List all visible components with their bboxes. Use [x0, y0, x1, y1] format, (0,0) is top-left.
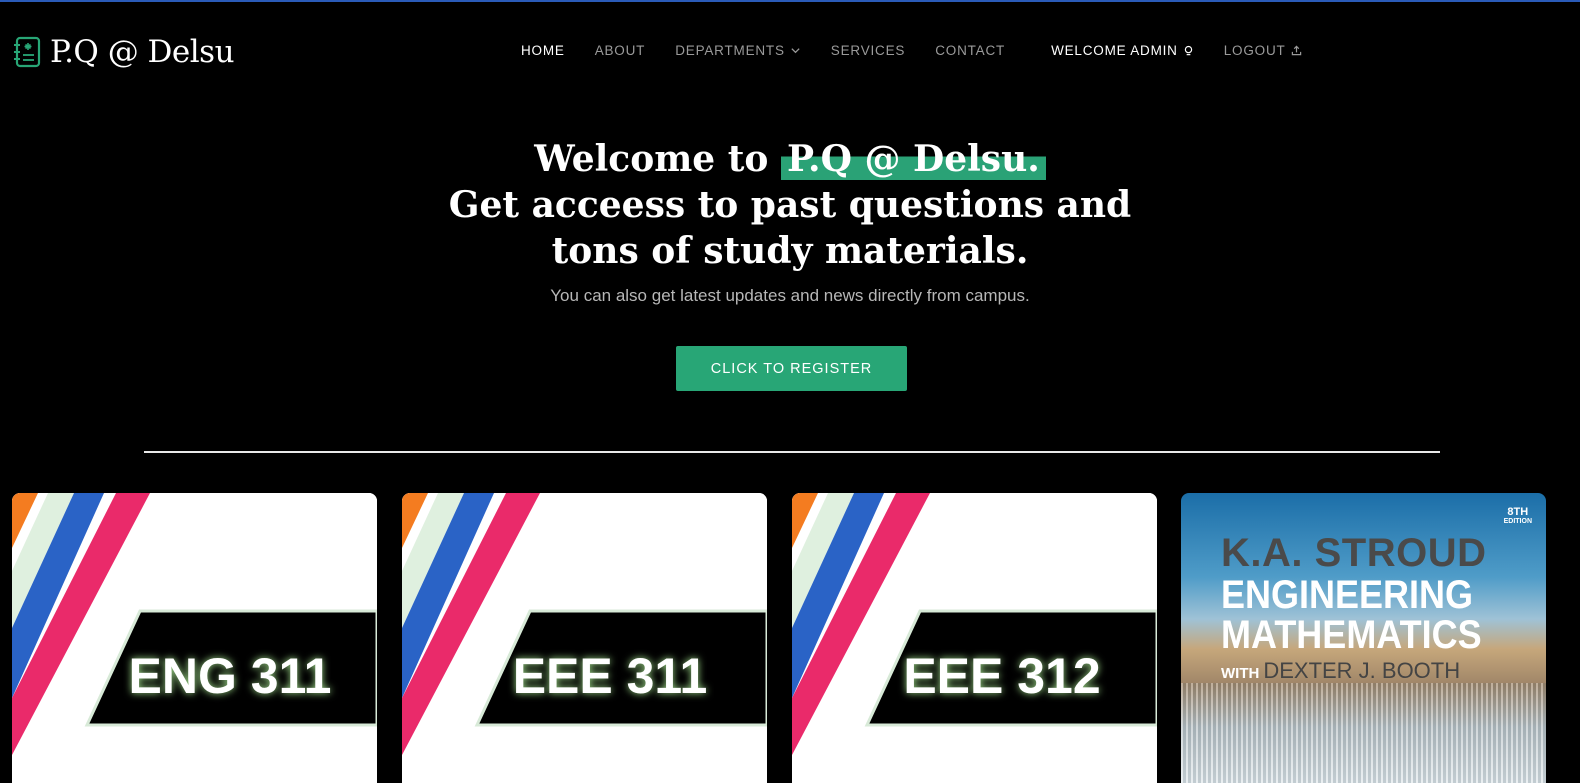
top-accent-line [0, 0, 1580, 2]
book-coauthor: WITH DEXTER J. BOOTH [1221, 658, 1460, 684]
nav-departments[interactable]: DEPARTMENTS [675, 43, 801, 58]
course-code: EEE 312 [903, 648, 1100, 704]
nav-departments-label: DEPARTMENTS [675, 43, 785, 58]
course-banner: EEE 311 [402, 493, 767, 783]
course-card-eng311[interactable]: ENG 311 [12, 493, 377, 783]
nav-services[interactable]: SERVICES [831, 43, 905, 58]
book-card-engineering-mathematics[interactable]: 8TH EDITION K.A. STROUD ENGINEERING MATH… [1181, 493, 1546, 783]
chevron-down-icon [791, 48, 800, 54]
hero-line3: tons of study materials. [551, 230, 1029, 272]
hero-section: Welcome to P.Q @ Delsu. Get acceess to p… [0, 136, 1580, 306]
hero-line1-prefix: Welcome to [534, 138, 769, 180]
course-banner: ENG 311 [12, 493, 377, 783]
brand-logo[interactable]: P.Q @ Delsu [12, 34, 235, 70]
book-title: ENGINEERING MATHEMATICS [1221, 575, 1482, 655]
logout-label: LOGOUT [1223, 43, 1286, 58]
hero-line2: Get acceess to past questions and [448, 184, 1132, 226]
nav-welcome-user[interactable]: WELCOME ADMIN [1051, 43, 1194, 58]
book-title-line1: ENGINEERING [1221, 573, 1474, 617]
hero-heading: Welcome to P.Q @ Delsu. Get acceess to p… [0, 136, 1580, 274]
book-with-label: WITH [1221, 665, 1260, 682]
course-banner: EEE 312 [792, 493, 1157, 783]
nav-home[interactable]: HOME [521, 43, 565, 58]
upload-icon [1291, 45, 1301, 56]
book-edition: 8TH EDITION [1504, 507, 1532, 527]
edition-word: EDITION [1503, 518, 1532, 525]
register-button[interactable]: CLICK TO REGISTER [676, 346, 907, 391]
solar-field-image [1181, 683, 1546, 783]
coauthor-name: DEXTER J. BOOTH [1263, 658, 1461, 683]
book-author: K.A. STROUD [1221, 531, 1487, 575]
edition-number: 8TH [1507, 506, 1529, 518]
course-card-eee312[interactable]: EEE 312 [792, 493, 1157, 783]
nav-contact[interactable]: CONTACT [935, 43, 1005, 58]
course-card-eee311[interactable]: EEE 311 [402, 493, 767, 783]
main-nav: HOME ABOUT DEPARTMENTS SERVICES CONTACT … [521, 43, 1332, 58]
nav-about[interactable]: ABOUT [595, 43, 646, 58]
course-code: ENG 311 [129, 648, 332, 704]
nav-logout[interactable]: LOGOUT [1224, 43, 1302, 58]
book-title-line2: MATHEMATICS [1221, 613, 1482, 657]
course-code: EEE 311 [513, 648, 708, 704]
section-divider [144, 451, 1440, 453]
address-book-icon [14, 36, 41, 68]
brand-name: P.Q @ Delsu [50, 34, 235, 70]
welcome-user-label: WELCOME ADMIN [1051, 43, 1178, 58]
lightbulb-icon [1184, 45, 1192, 56]
hero-highlight: P.Q @ Delsu. [780, 138, 1046, 180]
hero-subtitle: You can also get latest updates and news… [550, 286, 1030, 305]
